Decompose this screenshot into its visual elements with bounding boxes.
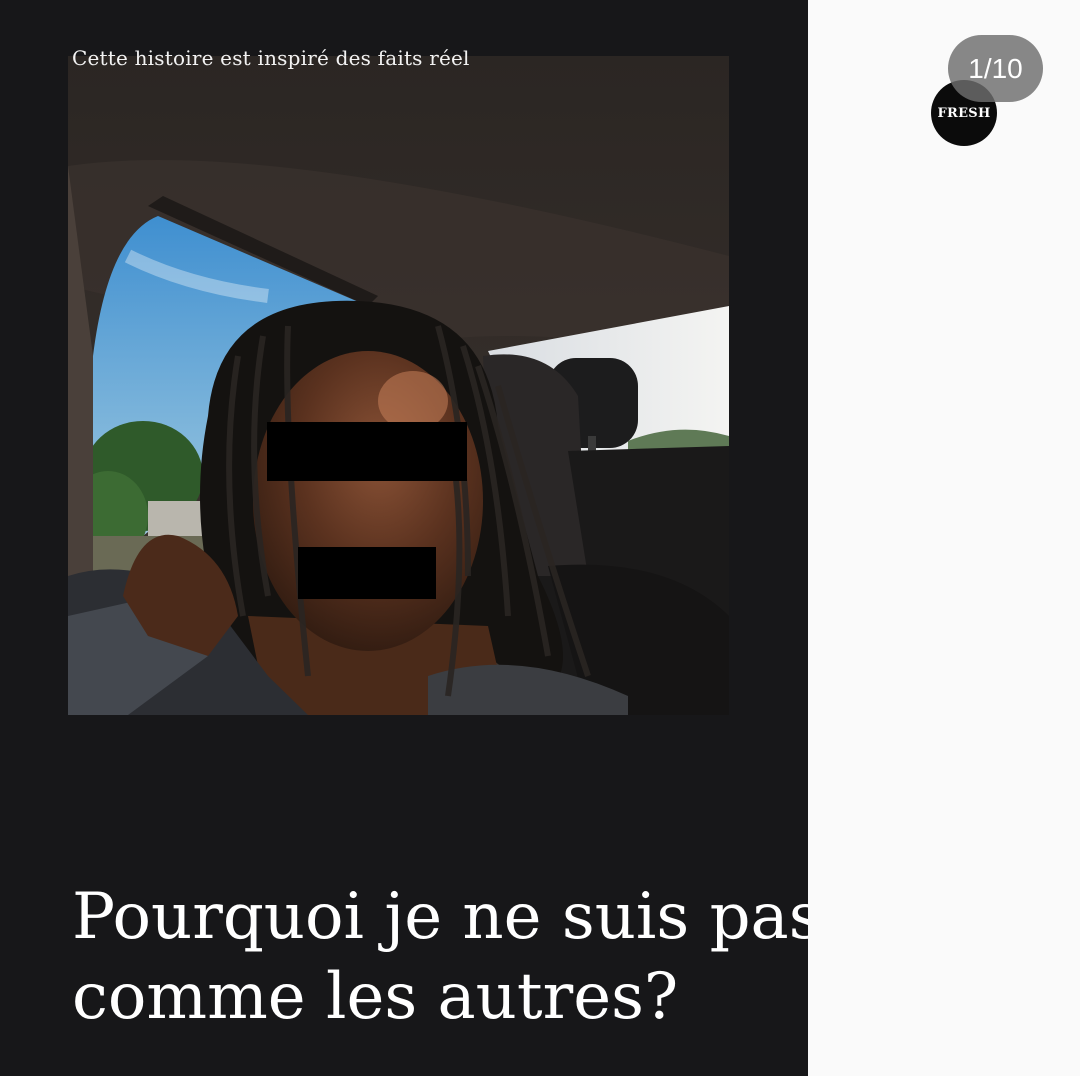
post-viewer: Cette histoire est inspiré des faits rée…: [0, 0, 1080, 1076]
story-disclaimer: Cette histoire est inspiré des faits rée…: [72, 46, 470, 70]
car-selfie-photo: [68, 56, 729, 715]
mouth-censor-bar: [298, 547, 436, 599]
eyes-censor-bar: [267, 422, 467, 481]
headline-line-2: comme les autres?: [72, 959, 679, 1034]
headline-line-1: Pourquoi je ne suis pas: [72, 879, 808, 954]
post-headline: Pourquoi je ne suis pas comme les autres…: [72, 877, 808, 1037]
brand-logo-text: FRESH: [937, 105, 991, 121]
carousel-slide[interactable]: Cette histoire est inspiré des faits rée…: [0, 0, 808, 1076]
slide-page-counter: 1/10: [948, 35, 1043, 102]
